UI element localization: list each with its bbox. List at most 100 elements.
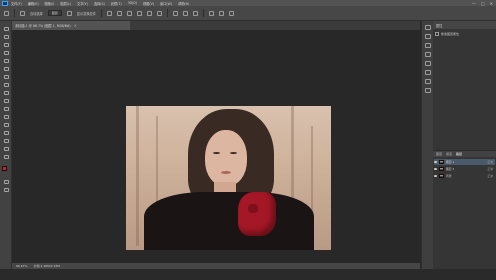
divider xyxy=(202,9,204,17)
distribute-icon[interactable] xyxy=(192,10,198,16)
document-tab-bar: 未标题-1 @ 66.7% (图层 1, RGB/8#) × xyxy=(12,21,420,30)
layer-name: 背景 xyxy=(446,174,452,178)
document-size: 文档:1.46M/2.93M xyxy=(33,264,61,268)
layer-thumbnail xyxy=(439,174,444,178)
menu-edit[interactable]: 编辑(E) xyxy=(28,1,39,6)
collapsed-panels-strip xyxy=(421,21,433,269)
subject-dress xyxy=(144,192,314,250)
distribute-icon[interactable] xyxy=(182,10,188,16)
auto-select-target-dropdown[interactable]: 图层 xyxy=(47,10,62,16)
pixel-layer-icon xyxy=(435,31,439,36)
move-tool-icon[interactable] xyxy=(4,10,9,16)
screen-mode-icon[interactable] xyxy=(3,187,9,192)
quick-mask-icon[interactable] xyxy=(3,179,9,184)
3d-mode-icon[interactable] xyxy=(208,10,214,16)
visibility-eye-icon[interactable] xyxy=(434,168,437,170)
checkbox-icon[interactable] xyxy=(66,10,72,16)
history-brush-tool-icon[interactable] xyxy=(3,98,9,103)
properties-panel-header[interactable]: 属性 xyxy=(433,21,496,29)
styles-panel-icon[interactable] xyxy=(425,61,431,66)
character-panel-icon[interactable] xyxy=(425,79,431,84)
menu-3d[interactable]: 3D(D) xyxy=(128,1,137,5)
visibility-eye-icon[interactable] xyxy=(434,175,437,177)
tab-paths[interactable]: 路径 xyxy=(456,152,462,156)
layer-blend-mode: 正常 xyxy=(487,160,493,164)
background-branch xyxy=(136,106,139,246)
menu-view[interactable]: 视图(V) xyxy=(143,1,154,6)
eyedropper-tool-icon[interactable] xyxy=(3,66,9,71)
red-bow xyxy=(238,192,276,236)
layers-panel: 图层 通道 路径 图层 1 正常 图层 2 正常 背景 正常 xyxy=(433,150,496,269)
type-tool-icon[interactable] xyxy=(3,138,9,143)
brush-panel-icon[interactable] xyxy=(425,70,431,75)
layer-row[interactable]: 图层 2 正常 xyxy=(434,166,495,172)
eraser-tool-icon[interactable] xyxy=(3,106,9,111)
layer-blend-mode: 正常 xyxy=(487,174,493,178)
foreground-color-swatch[interactable] xyxy=(2,166,7,171)
distribute-icon[interactable] xyxy=(172,10,178,16)
3d-mode-icon[interactable] xyxy=(228,10,234,16)
align-middle-icon[interactable] xyxy=(116,10,122,16)
lasso-tool-icon[interactable] xyxy=(3,42,9,47)
layer-row[interactable]: 图层 1 正常 xyxy=(434,159,495,165)
checkbox-icon[interactable] xyxy=(20,10,25,16)
pen-tool-icon[interactable] xyxy=(3,130,9,135)
maximize-button[interactable]: □ xyxy=(481,1,485,6)
clone-stamp-tool-icon[interactable] xyxy=(3,90,9,95)
healing-brush-tool-icon[interactable] xyxy=(3,74,9,79)
layer-name: 图层 2 xyxy=(446,167,455,171)
layer-blend-mode: 正常 xyxy=(487,167,493,171)
layer-thumbnail xyxy=(439,167,444,171)
visibility-eye-icon[interactable] xyxy=(434,161,437,163)
photoshop-logo-icon xyxy=(2,0,8,6)
divider xyxy=(166,9,168,17)
align-center-icon[interactable] xyxy=(146,10,152,16)
menu-filter[interactable]: 滤镜(T) xyxy=(111,1,122,6)
align-right-icon[interactable] xyxy=(156,10,162,16)
align-top-icon[interactable] xyxy=(106,10,112,16)
close-tab-icon[interactable]: × xyxy=(74,23,77,28)
marquee-tool-icon[interactable] xyxy=(3,34,9,39)
menu-type[interactable]: 文字(Y) xyxy=(77,1,88,6)
close-button[interactable]: ✕ xyxy=(490,1,493,6)
menu-file[interactable]: 文件(F) xyxy=(11,1,22,6)
options-bar: 自动选择 图层 显示变换控件 xyxy=(0,6,496,21)
canvas-workspace[interactable] xyxy=(12,30,420,263)
gradient-tool-icon[interactable] xyxy=(3,114,9,119)
menu-window[interactable]: 窗口(W) xyxy=(160,1,172,6)
dodge-tool-icon[interactable] xyxy=(3,122,9,127)
align-bottom-icon[interactable] xyxy=(126,10,132,16)
document-image[interactable] xyxy=(126,106,331,250)
hand-tool-icon[interactable] xyxy=(3,154,9,159)
menu-layer[interactable]: 图层(L) xyxy=(60,1,71,6)
show-transform-label: 显示变换控件 xyxy=(76,11,96,16)
adjustments-panel-icon[interactable] xyxy=(425,52,431,57)
auto-select-label: 自动选择 xyxy=(30,11,43,16)
path-select-tool-icon[interactable] xyxy=(3,146,9,151)
menu-select[interactable]: 选择(S) xyxy=(94,1,105,6)
3d-mode-icon[interactable] xyxy=(218,10,224,16)
document-tab-title: 未标题-1 @ 66.7% (图层 1, RGB/8#) xyxy=(15,24,71,28)
align-left-icon[interactable] xyxy=(136,10,142,16)
minimize-button[interactable]: — xyxy=(472,1,476,6)
history-panel-icon[interactable] xyxy=(425,25,431,30)
swatches-panel-icon[interactable] xyxy=(425,43,431,48)
divider xyxy=(14,9,15,17)
document-tab[interactable]: 未标题-1 @ 66.7% (图层 1, RGB/8#) × xyxy=(12,21,130,30)
color-panel-icon[interactable] xyxy=(425,34,431,39)
quick-select-tool-icon[interactable] xyxy=(3,50,9,55)
tab-channels[interactable]: 通道 xyxy=(446,152,452,156)
move-tool-icon[interactable] xyxy=(3,26,9,31)
properties-row-label: 像素图层属性 xyxy=(441,31,460,36)
subject-face xyxy=(205,130,247,186)
menu-image[interactable]: 图像(I) xyxy=(45,1,55,6)
paragraph-panel-icon[interactable] xyxy=(425,88,431,93)
tab-layers[interactable]: 图层 xyxy=(436,152,442,156)
brush-tool-icon[interactable] xyxy=(3,82,9,87)
tools-panel xyxy=(0,21,12,269)
zoom-level[interactable]: 66.67% xyxy=(16,264,27,268)
menu-help[interactable]: 帮助(H) xyxy=(178,1,189,6)
crop-tool-icon[interactable] xyxy=(3,58,9,63)
layer-row[interactable]: 背景 正常 xyxy=(434,173,495,179)
status-bar: 66.67% 文档:1.46M/2.93M xyxy=(12,263,420,269)
